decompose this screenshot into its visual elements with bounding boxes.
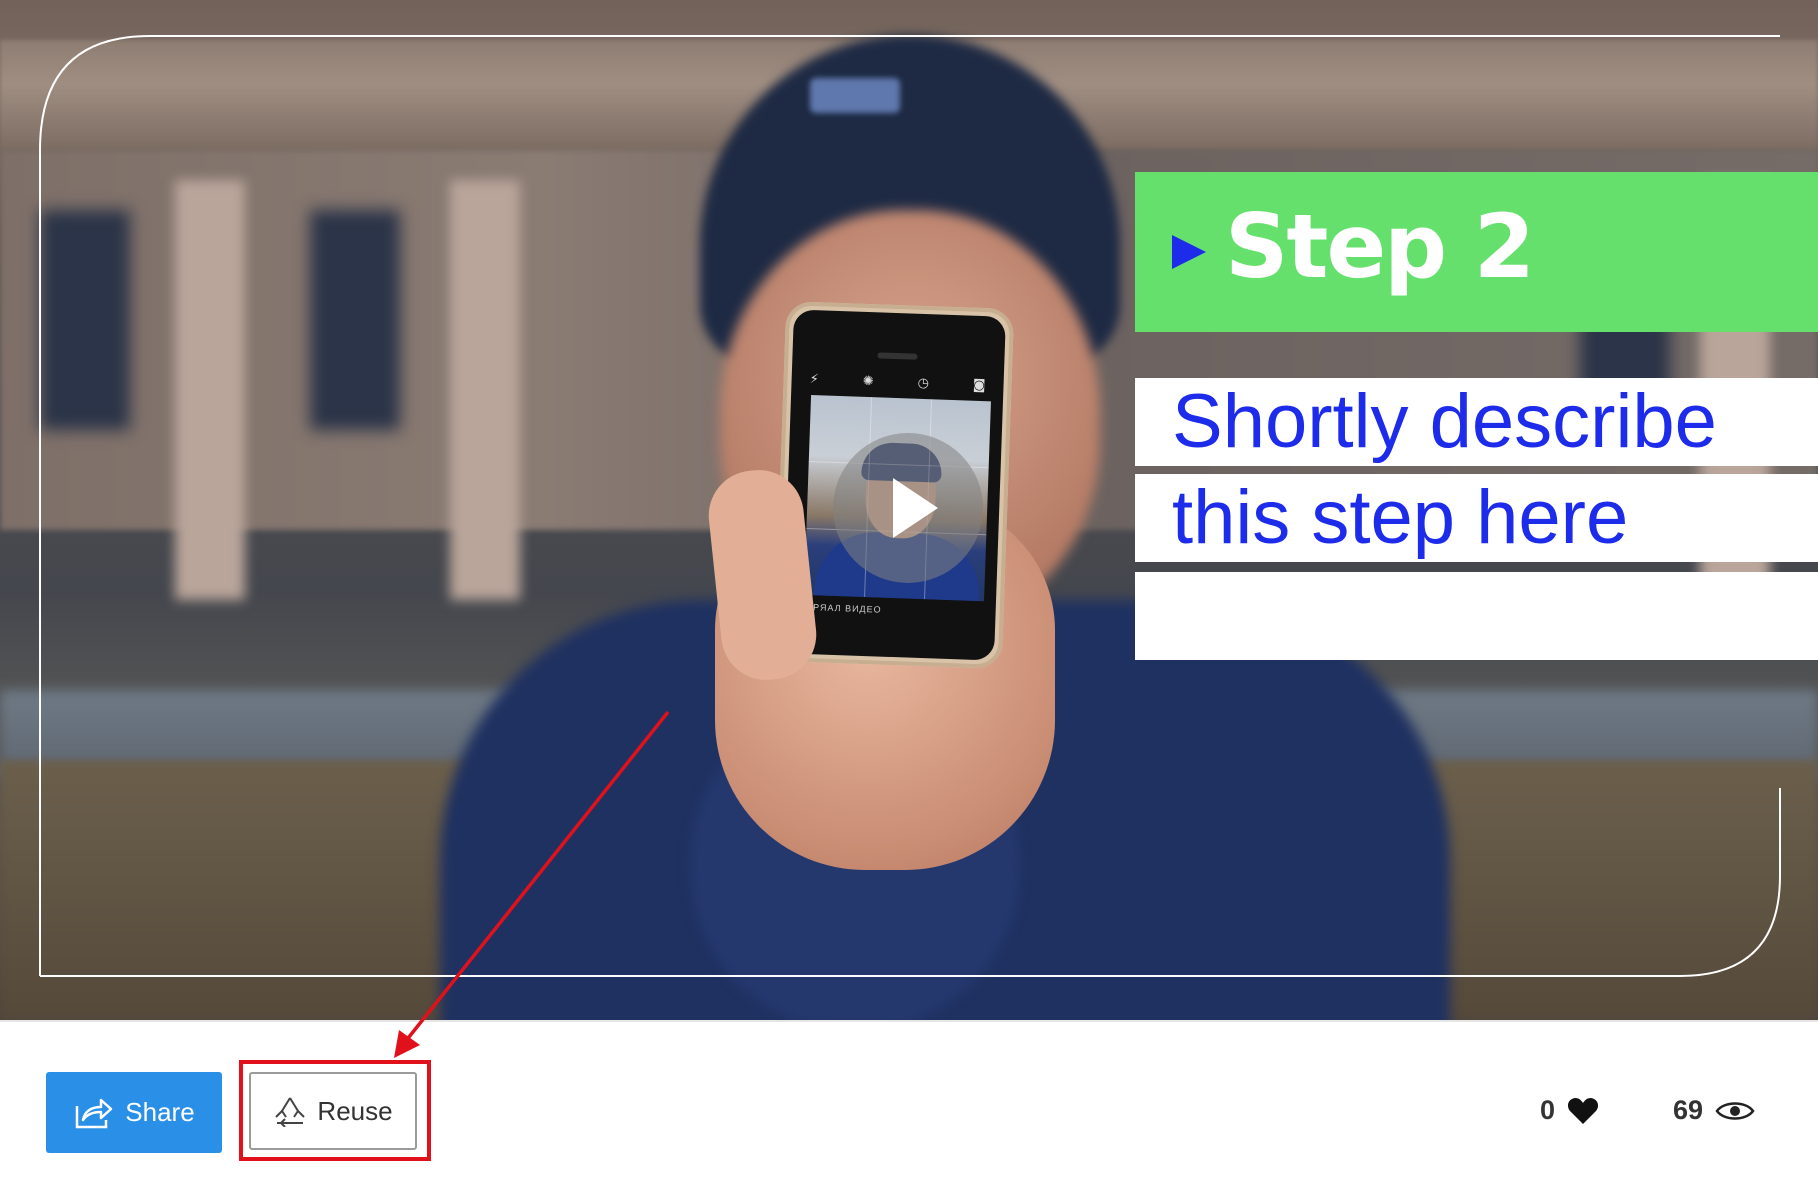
likes-counter[interactable]: 0 [1540,1095,1599,1126]
annotation-arrow [394,710,670,1058]
annotation-arrow-head [394,1030,420,1058]
heart-icon [1567,1097,1599,1124]
views-count: 69 [1673,1095,1704,1125]
views-counter: 69 [1673,1095,1755,1126]
eye-icon [1715,1101,1755,1120]
annotation-arrow-line [403,710,670,1044]
likes-count: 0 [1540,1095,1556,1125]
